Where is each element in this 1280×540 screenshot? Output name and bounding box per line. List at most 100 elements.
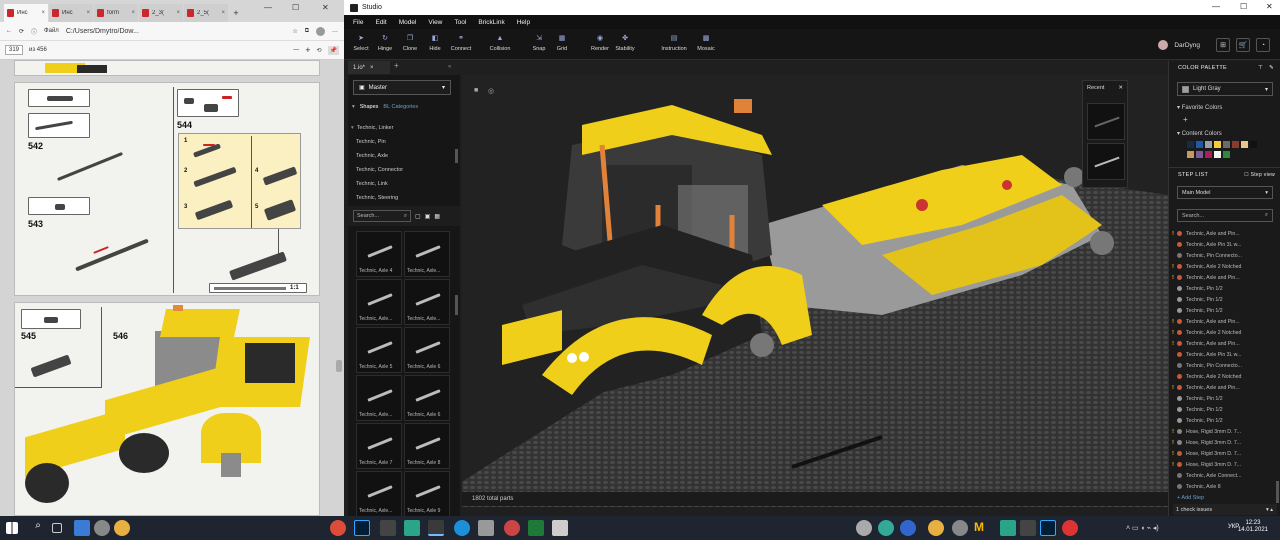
browser-tab[interactable]: 2_3(× xyxy=(139,4,183,22)
browser-tab[interactable]: 2_5(× xyxy=(184,4,228,22)
maximize-icon[interactable]: ☐ xyxy=(1240,2,1247,11)
app-icon[interactable] xyxy=(504,520,520,536)
step-list-item[interactable]: Technic, Pin 1/2 xyxy=(1169,415,1280,426)
avatar[interactable] xyxy=(1158,40,1169,50)
add-document-icon[interactable]: + xyxy=(394,61,399,70)
favorite-icon[interactable]: ☆ xyxy=(292,28,297,35)
excel-icon[interactable] xyxy=(528,520,544,536)
zoom-in-icon[interactable]: + xyxy=(305,45,310,55)
profile-avatar[interactable] xyxy=(316,26,325,36)
app-icon[interactable] xyxy=(114,520,130,536)
part-tile[interactable]: Technic, Axle 9 xyxy=(404,471,450,516)
app-icon[interactable] xyxy=(74,520,90,536)
step-list-item[interactable]: Technic, Pin Connecto... xyxy=(1169,360,1280,371)
recent-part-tile[interactable] xyxy=(1087,103,1125,140)
model-selector[interactable]: Main Model ▾ xyxy=(1177,186,1273,199)
fit-page-icon[interactable]: ⟲ xyxy=(316,47,321,54)
category-item[interactable]: Technic, Pin xyxy=(348,135,460,149)
category-item[interactable]: Technic, Connector xyxy=(348,163,460,177)
part-tile[interactable]: Technic, Axle 6 xyxy=(404,327,450,373)
menu-help[interactable]: Help xyxy=(517,19,530,26)
close-icon[interactable]: × xyxy=(370,65,374,71)
color-swatch[interactable] xyxy=(1196,141,1203,148)
studio-taskbar-icon[interactable] xyxy=(404,520,420,536)
menu-edit[interactable]: Edit xyxy=(375,19,386,26)
chrome-icon[interactable] xyxy=(330,520,346,536)
step-list-item[interactable]: Technic, Axle Connect... xyxy=(1169,470,1280,481)
parts-search-input[interactable]: Search... ⌕ xyxy=(353,210,411,222)
color-swatch[interactable] xyxy=(1196,151,1203,158)
color-swatch[interactable] xyxy=(1205,151,1212,158)
hinge-tool-button[interactable]: ↻ Hinge xyxy=(371,35,399,52)
recent-part-tile[interactable] xyxy=(1087,143,1125,180)
collections-icon[interactable]: ⧉ xyxy=(305,28,309,35)
step-list-item[interactable]: Technic, Axle 8 xyxy=(1169,481,1280,492)
close-icon[interactable]: × xyxy=(176,10,180,16)
connect-tool-button[interactable]: ⚭ Connect xyxy=(447,35,475,52)
add-step-button[interactable]: + Add Step xyxy=(1177,495,1204,501)
collapse-panel-icon[interactable]: « xyxy=(448,64,451,70)
camera-icon[interactable]: ■ xyxy=(474,87,478,94)
back-icon[interactable]: ← xyxy=(6,28,12,34)
app-icon[interactable] xyxy=(1000,520,1016,536)
app-icon[interactable] xyxy=(952,520,968,536)
app-icon[interactable] xyxy=(900,520,916,536)
close-window-icon[interactable]: ✕ xyxy=(1266,2,1273,11)
close-icon[interactable]: × xyxy=(41,10,45,16)
step-list-item[interactable]: Technic, Pin 1/2 xyxy=(1169,404,1280,415)
app-icon[interactable] xyxy=(380,520,396,536)
studio-active-icon[interactable] xyxy=(428,520,444,536)
scrollbar-thumb[interactable] xyxy=(336,360,342,372)
step-list-item[interactable]: ! Hose, Rigid 3mm D. 7... xyxy=(1169,448,1280,459)
close-icon[interactable]: × xyxy=(86,10,90,16)
step-list-item[interactable]: ! Hose, Rigid 3mm D. 7... xyxy=(1169,437,1280,448)
filter-icon[interactable]: ⊤ xyxy=(1258,65,1263,71)
step-list-item[interactable]: Technic, Pin 1/2 xyxy=(1169,305,1280,316)
color-swatch[interactable] xyxy=(1223,151,1230,158)
part-tile[interactable]: Technic, Axle... xyxy=(356,279,402,325)
grid-tool-button[interactable]: ▦ Grid xyxy=(548,35,576,52)
step-list-item[interactable]: Technic, Axle Pin 3L w... xyxy=(1169,349,1280,360)
view-list-icon[interactable]: ▢ xyxy=(415,213,421,220)
hide-tool-button[interactable]: ◧ Hide xyxy=(421,35,449,52)
account-icon[interactable]: ◔ xyxy=(1256,38,1270,52)
maximize-icon[interactable]: ☐ xyxy=(292,3,299,12)
stability-tool-button[interactable]: ✤ Stability xyxy=(611,35,639,52)
app-icon[interactable] xyxy=(878,520,894,536)
part-tile[interactable]: Technic, Axle 8 xyxy=(404,423,450,469)
menu-view[interactable]: View xyxy=(428,19,442,26)
step-list-item[interactable]: ! Technic, Axle and Pin... xyxy=(1169,228,1280,239)
color-swatch[interactable] xyxy=(1232,141,1239,148)
scrollbar-thumb[interactable] xyxy=(1276,481,1279,503)
color-swatch[interactable] xyxy=(1205,141,1212,148)
document-tab[interactable]: 1.io* × xyxy=(348,61,390,74)
instruction-tool-button[interactable]: ▤ Instruction xyxy=(656,35,692,52)
clock[interactable]: 12:23 14.01.2021 xyxy=(1238,520,1268,534)
color-swatch[interactable] xyxy=(1187,151,1194,158)
app-icon[interactable]: M xyxy=(974,520,990,536)
menu-tool[interactable]: Tool xyxy=(454,19,466,26)
close-window-icon[interactable]: ✕ xyxy=(322,3,329,12)
part-tile[interactable]: Technic, Axle 7 xyxy=(356,423,402,469)
category-item[interactable]: Technic, Steering xyxy=(348,191,460,205)
more-icon[interactable]: … xyxy=(332,28,338,34)
color-swatch[interactable] xyxy=(1187,141,1194,148)
check-issues-bar[interactable]: 1 check issues ▾ ▴ xyxy=(1173,504,1277,515)
page-number-input[interactable]: 319 xyxy=(5,45,24,55)
step-list-item[interactable]: Technic, Pin Connecto... xyxy=(1169,250,1280,261)
step-list-item[interactable]: Technic, Axle Pin 3L w... xyxy=(1169,239,1280,250)
part-tile[interactable]: Technic, Axle 6 xyxy=(404,375,450,421)
app-icon[interactable] xyxy=(478,520,494,536)
step-list-item[interactable]: ! Technic, Axle and Pin... xyxy=(1169,272,1280,283)
browser-tab[interactable]: form × xyxy=(94,4,138,22)
start-icon[interactable] xyxy=(6,522,18,534)
search-icon[interactable]: ⌕ xyxy=(30,520,46,536)
part-tile[interactable]: Technic, Axle... xyxy=(356,375,402,421)
photoshop-icon[interactable] xyxy=(1040,520,1056,536)
step-list-item[interactable]: Technic, Pin 1/2 xyxy=(1169,283,1280,294)
new-tab-button[interactable]: + xyxy=(229,4,243,22)
scrollbar-thumb[interactable] xyxy=(455,295,458,315)
tab-bl-categories[interactable]: BL Categories xyxy=(383,104,418,110)
app-icon[interactable] xyxy=(1062,520,1078,536)
user-name[interactable]: DarDyng xyxy=(1174,42,1200,49)
